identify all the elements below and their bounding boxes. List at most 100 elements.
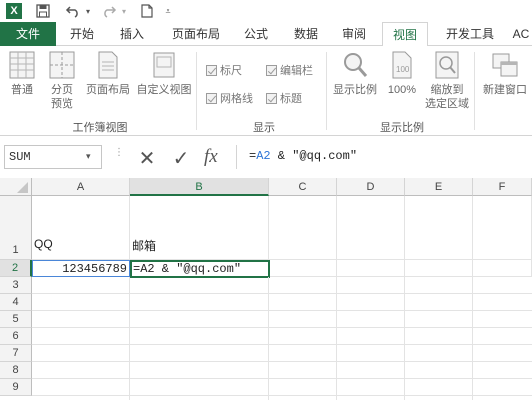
cell-e2[interactable]: [405, 260, 473, 277]
headings-check-icon: [266, 92, 277, 104]
excel-logo-icon: X: [6, 3, 22, 19]
formula-bar-grip-icon: ⋮: [114, 147, 124, 158]
group-separator: [474, 52, 475, 130]
row-header-4[interactable]: 4: [0, 294, 32, 311]
customize-icon[interactable]: ⩡: [162, 2, 174, 20]
undo-dropdown-icon[interactable]: ▾: [84, 2, 92, 20]
zoom-100-icon: 100: [391, 50, 413, 80]
new-window-label: 新建窗口: [483, 84, 527, 96]
tab-formulas[interactable]: 公式: [236, 22, 276, 46]
cell-a2[interactable]: 123456789: [32, 260, 130, 277]
new-window-icon: [491, 50, 519, 80]
ruler-label: 标尺: [220, 65, 242, 77]
formula-rest: & "@qq.com": [270, 149, 358, 163]
gridlines-check-icon: [206, 92, 217, 104]
column-header-b[interactable]: B: [130, 178, 269, 196]
row-header-8[interactable]: 8: [0, 362, 32, 379]
cancel-icon[interactable]: ✕: [136, 146, 158, 171]
custom-views-label: 自定义视图: [136, 84, 192, 96]
enter-icon[interactable]: ✓: [170, 146, 192, 171]
page-break-preview-icon: [48, 50, 76, 80]
insert-function-icon[interactable]: fx: [204, 146, 218, 168]
page-layout-view-icon: [97, 50, 119, 80]
row-header-5[interactable]: 5: [0, 311, 32, 328]
undo-icon[interactable]: [62, 2, 84, 20]
page-layout-view-button[interactable]: 页面布局: [82, 50, 134, 97]
row-header-1[interactable]: 1: [0, 196, 32, 260]
zoom-group-label: 显示比例: [380, 122, 424, 134]
name-box-dropdown-icon[interactable]: ▾: [86, 151, 91, 162]
cell-f2[interactable]: [473, 260, 532, 277]
select-all-corner[interactable]: [0, 178, 32, 196]
tab-page-layout[interactable]: 页面布局: [164, 22, 228, 46]
gridlines-label: 网格线: [220, 93, 253, 105]
column-header-c[interactable]: C: [269, 178, 337, 196]
tab-home[interactable]: 开始: [62, 22, 102, 46]
column-header-e[interactable]: E: [405, 178, 473, 196]
tab-view[interactable]: 视图: [382, 22, 428, 47]
cell-c2[interactable]: [270, 260, 337, 277]
redo-icon[interactable]: [98, 2, 120, 20]
cell-d2[interactable]: [337, 260, 405, 277]
formula-bar-checkbox[interactable]: 编辑栏: [266, 62, 313, 78]
quick-access-toolbar: X ▾ ▾ ⩡: [0, 0, 532, 22]
formula-reference: A2: [256, 149, 271, 163]
tab-review[interactable]: 审阅: [334, 22, 374, 46]
cell-a1[interactable]: QQ: [32, 196, 130, 260]
row-header-7[interactable]: 7: [0, 345, 32, 362]
row-header-6[interactable]: 6: [0, 328, 32, 345]
zoom-to-selection-button[interactable]: 缩放到 选定区域: [422, 50, 472, 111]
worksheet-grid: A B C D E F 1 QQ 邮箱 2 123456789 =A2 & "@…: [0, 178, 532, 400]
magnifier-icon: [342, 50, 368, 80]
row-header-3[interactable]: 3: [0, 277, 32, 294]
ribbon-tabs: 文件 开始 插入 页面布局 公式 数据 审阅 视图 开发工具 AC: [0, 22, 532, 47]
cell-b2[interactable]: =A2 & "@qq.com": [130, 260, 270, 278]
cell-e1[interactable]: [405, 196, 473, 260]
new-document-icon[interactable]: [138, 2, 156, 20]
formula-input[interactable]: =A2 & "@qq.com": [236, 145, 532, 169]
zoom-to-selection-label: 缩放到: [430, 84, 464, 96]
page-break-preview-label-2: 预览: [51, 98, 73, 110]
custom-views-button[interactable]: 自定义视图: [134, 50, 194, 97]
row-header-2[interactable]: 2: [0, 260, 32, 277]
cell-c1[interactable]: [269, 196, 337, 260]
workbook-views-group-label: 工作簿视图: [72, 122, 128, 134]
zoom-100-label: 100%: [387, 84, 417, 96]
normal-view-button[interactable]: 普通: [4, 50, 40, 97]
headings-checkbox[interactable]: 标题: [266, 90, 302, 106]
page-break-preview-button[interactable]: 分页 预览: [44, 50, 80, 111]
tab-overflow[interactable]: AC: [510, 22, 532, 46]
formula-bar-label: 编辑栏: [280, 65, 313, 77]
cell-f1[interactable]: [473, 196, 532, 260]
page-layout-view-label: 页面布局: [86, 84, 130, 96]
page-break-preview-label: 分页: [51, 84, 73, 96]
redo-dropdown-icon[interactable]: ▾: [120, 2, 128, 20]
zoom-100-button[interactable]: 100 100%: [382, 50, 422, 97]
show-group-label: 显示: [253, 122, 275, 134]
ribbon: 普通 分页 预览 页面布局 自定义视图 工作簿视图 标尺 编辑栏 网格线 标题 …: [0, 46, 532, 136]
tab-data[interactable]: 数据: [286, 22, 326, 46]
row-header-9[interactable]: 9: [0, 379, 32, 396]
zoom-label: 显示比例: [333, 84, 377, 96]
custom-views-icon: [151, 50, 177, 80]
column-header-f[interactable]: F: [473, 178, 532, 196]
formula-bar-check-icon: [266, 64, 277, 76]
column-header-d[interactable]: D: [337, 178, 405, 196]
normal-view-label: 普通: [11, 84, 33, 96]
zoom-to-selection-label-2: 选定区域: [425, 98, 469, 110]
grid-lines: [32, 277, 532, 400]
cell-d1[interactable]: [337, 196, 405, 260]
new-window-button[interactable]: 新建窗口: [478, 50, 532, 97]
zoom-button[interactable]: 显示比例: [330, 50, 380, 97]
cell-b1[interactable]: 邮箱: [130, 196, 269, 260]
gridlines-checkbox[interactable]: 网格线: [206, 90, 253, 106]
zoom-to-selection-icon: [434, 50, 460, 80]
column-header-a[interactable]: A: [32, 178, 130, 196]
group-separator: [196, 52, 197, 130]
tab-developer[interactable]: 开发工具: [438, 22, 502, 46]
ruler-checkbox[interactable]: 标尺: [206, 62, 242, 78]
save-icon[interactable]: [34, 2, 52, 20]
tab-insert[interactable]: 插入: [112, 22, 152, 46]
group-separator: [326, 52, 327, 130]
tab-file[interactable]: 文件: [0, 22, 56, 46]
